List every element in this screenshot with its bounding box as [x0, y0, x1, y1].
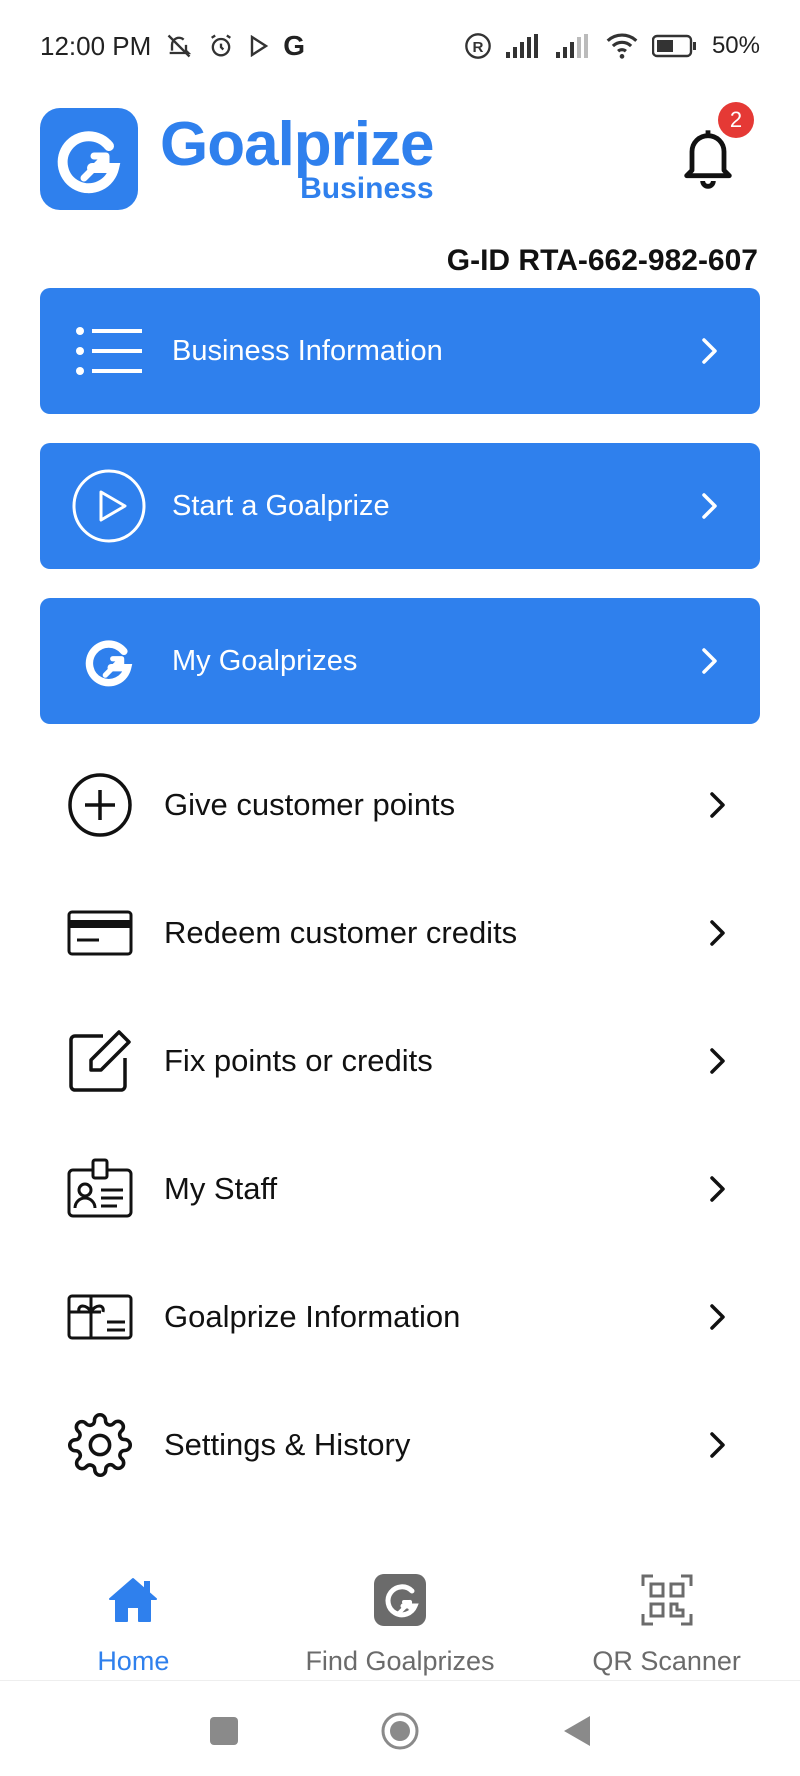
status-right: R 50%: [464, 32, 760, 60]
chevron-right-icon: [698, 1303, 738, 1331]
nav-divider: [0, 1680, 800, 1681]
signal-icon-2: [555, 34, 592, 58]
goalprize-logo-icon: [54, 598, 164, 724]
menu-label: Redeem customer credits: [164, 915, 518, 950]
business-information-button[interactable]: Business Information: [40, 288, 760, 414]
goalprize-logo-icon: [40, 108, 138, 210]
signal-icon: [505, 34, 542, 58]
menu-label: Give customer points: [164, 787, 456, 822]
system-navigation-bar: [0, 1690, 800, 1776]
status-bar: 12:00 PM G R 50%: [0, 0, 800, 92]
nav-label: QR Scanner: [592, 1646, 741, 1676]
chevron-right-icon: [690, 647, 730, 675]
play-circle-icon: [54, 443, 164, 569]
registered-icon: R: [464, 32, 492, 60]
nav-qr-scanner[interactable]: QR Scanner: [537, 1548, 797, 1677]
nav-label: Find Goalprizes: [305, 1646, 495, 1676]
google-icon: G: [283, 30, 306, 61]
recents-button[interactable]: [208, 1715, 240, 1752]
brand-subtitle: Business: [300, 172, 434, 205]
menu-label: My Staff: [164, 1171, 278, 1206]
app-header: Goalprize Business 2: [40, 102, 760, 214]
nav-find-goalprizes[interactable]: Find Goalprizes: [270, 1548, 530, 1677]
menu-label: Goalprize Information: [164, 1299, 461, 1334]
chevron-right-icon: [698, 1431, 738, 1459]
redeem-customer-credits-item[interactable]: Redeem customer credits: [40, 878, 760, 988]
svg-text:R: R: [472, 39, 483, 56]
plus-circle-icon: [50, 772, 150, 838]
card-label: Start a Goalprize: [172, 489, 390, 522]
list-icon: [54, 288, 164, 414]
chevron-right-icon: [698, 791, 738, 819]
status-left: 12:00 PM G: [40, 30, 305, 62]
battery-level: 50%: [711, 32, 760, 59]
brand: Goalprize Business: [160, 110, 435, 205]
qr-code-icon: [641, 1568, 693, 1632]
alarm-icon: [207, 32, 235, 60]
edit-icon: [50, 1028, 150, 1094]
my-goalprizes-button[interactable]: My Goalprizes: [40, 598, 760, 724]
card-label: My Goalprizes: [172, 644, 358, 677]
mute-icon: [165, 32, 193, 60]
battery-icon: [651, 34, 698, 58]
fix-points-or-credits-item[interactable]: Fix points or credits: [40, 1006, 760, 1116]
give-customer-points-item[interactable]: Give customer points: [40, 750, 760, 860]
gear-icon: [50, 1412, 150, 1478]
status-time: 12:00 PM: [40, 30, 152, 61]
home-system-button[interactable]: [380, 1711, 420, 1756]
chevron-right-icon: [698, 1175, 738, 1203]
play-store-icon: [249, 35, 269, 57]
notification-badge: 2: [718, 102, 754, 138]
chevron-right-icon: [690, 492, 730, 520]
staff-badge-icon: [50, 1156, 150, 1222]
start-goalprize-button[interactable]: Start a Goalprize: [40, 443, 760, 569]
credit-card-icon: [50, 910, 150, 956]
brand-name: Goalprize: [160, 110, 435, 179]
menu-label: Fix points or credits: [164, 1043, 433, 1078]
home-icon: [106, 1568, 160, 1632]
gift-card-icon: [50, 1294, 150, 1340]
goalprize-logo-icon: [373, 1568, 426, 1632]
goalprize-information-item[interactable]: Goalprize Information: [40, 1262, 760, 1372]
my-staff-item[interactable]: My Staff: [40, 1134, 760, 1244]
g-id-label: G-ID RTA-662-982-607: [446, 244, 758, 277]
wifi-icon: [606, 33, 638, 59]
nav-label: Home: [97, 1646, 170, 1676]
chevron-right-icon: [698, 1047, 738, 1075]
card-label: Business Information: [172, 334, 443, 367]
notifications-button[interactable]: 2: [674, 102, 754, 194]
nav-home[interactable]: Home: [3, 1548, 263, 1677]
back-button[interactable]: [560, 1714, 592, 1753]
bottom-navigation: Home Find Goalprizes QR Scanner: [0, 1548, 800, 1678]
chevron-right-icon: [698, 919, 738, 947]
settings-history-item[interactable]: Settings & History: [40, 1390, 760, 1500]
menu-label: Settings & History: [164, 1427, 411, 1462]
chevron-right-icon: [690, 337, 730, 365]
